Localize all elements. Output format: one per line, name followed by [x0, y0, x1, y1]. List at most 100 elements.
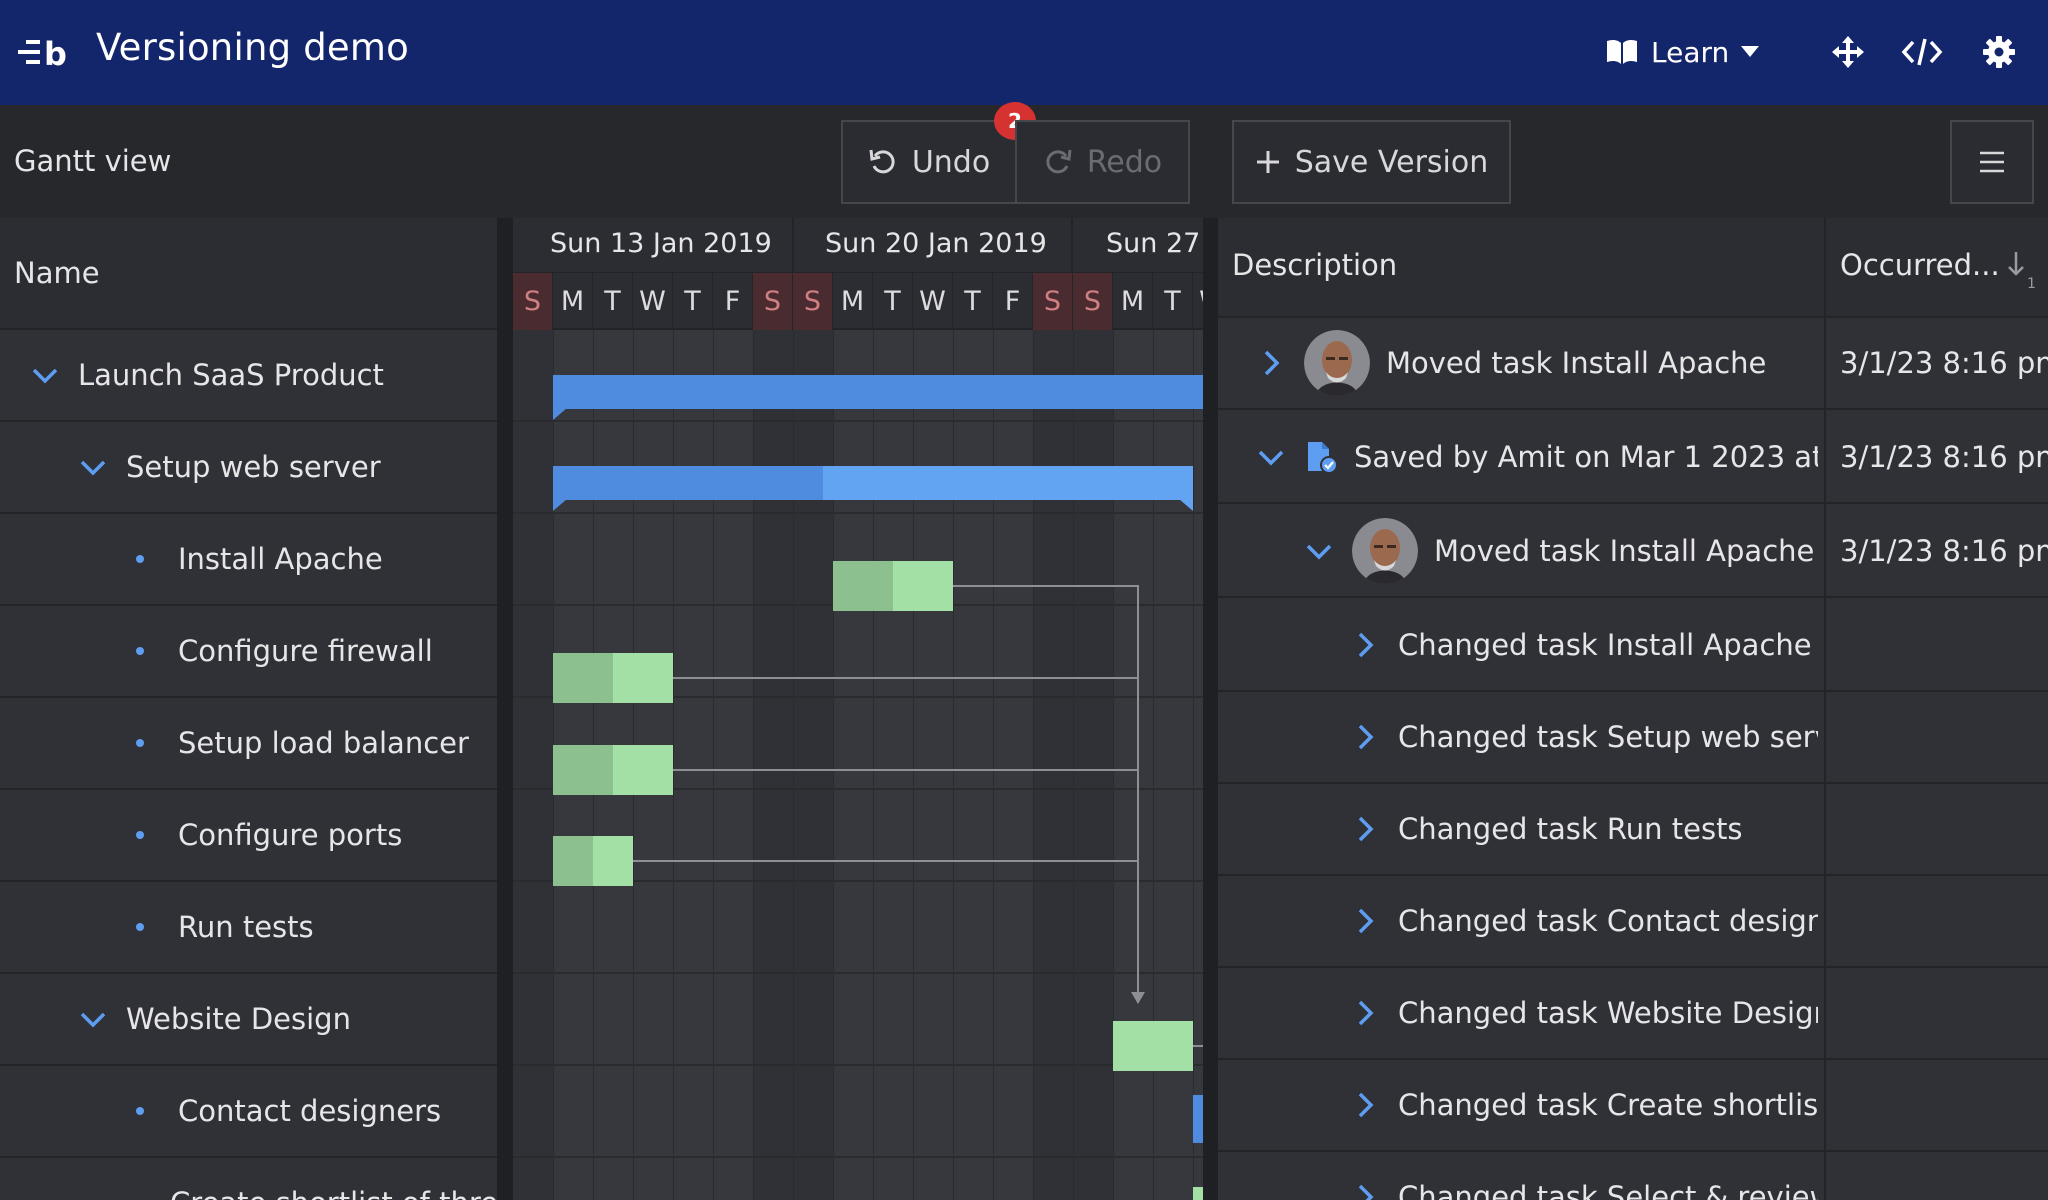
version-row[interactable]: Changed task Create shortlist of three [1218, 1060, 2048, 1152]
plus-icon [1256, 151, 1279, 173]
code-icon[interactable] [1900, 30, 1944, 74]
day-cell: T [873, 273, 913, 330]
parent-task-bar-website-design[interactable] [1193, 1095, 1203, 1143]
version-row[interactable]: Changed task Contact designers [1218, 876, 2048, 968]
redo-icon [1046, 149, 1072, 174]
caret-down-icon [1741, 46, 1760, 57]
task-row[interactable]: Run tests [0, 882, 497, 974]
task-row[interactable]: Configure firewall [0, 606, 497, 698]
day-cell: F [993, 273, 1033, 330]
version-row[interactable]: Moved task Install Apache 3/1/23 8:16 pm [1218, 506, 2048, 598]
gantt-timeline: Sun 13 Jan 2019 Sun 20 Jan 2019 Sun 27 S… [513, 218, 1203, 1200]
occurred-cell: 3/1/23 8:16 pm [1840, 440, 2048, 474]
app-header: b Versioning demo Learn [0, 0, 2048, 105]
leaf-bullet-icon [136, 739, 144, 747]
description-header[interactable]: Description [1232, 248, 1397, 282]
undo-icon [869, 149, 895, 174]
leaf-bullet-icon [136, 923, 144, 931]
task-bar-configure-firewall[interactable] [553, 653, 673, 703]
week-divider [792, 218, 794, 273]
task-name-grid: Name Launch SaaS Product Setup web server… [0, 218, 497, 1200]
book-icon [1607, 39, 1637, 64]
leaf-bullet-icon [136, 1107, 144, 1115]
version-description: Changed task Select & review final [1398, 1180, 1818, 1200]
chevron-down-icon[interactable] [30, 360, 60, 390]
chevron-right-icon[interactable] [1350, 1182, 1380, 1200]
task-row[interactable]: Install Apache [0, 514, 497, 606]
task-bar-install-apache[interactable] [833, 561, 953, 611]
task-bar-configure-ports[interactable] [553, 836, 633, 886]
version-row[interactable]: Changed task Setup web server [1218, 692, 2048, 784]
task-bar-setup-load-balancer[interactable] [553, 745, 673, 795]
occurred-cell: 3/1/23 8:16 pm [1840, 534, 2048, 568]
day-cell: S [793, 273, 833, 330]
splitter-left[interactable] [497, 218, 513, 1200]
occurred-header[interactable]: Occurred... [1840, 248, 2000, 282]
occurred-cell: 3/1/23 8:16 pm [1840, 346, 2048, 380]
chevron-right-icon[interactable] [1350, 998, 1380, 1028]
redo-label: Redo [1086, 144, 1163, 180]
day-cell: W [1193, 273, 1203, 330]
timeline-body[interactable] [513, 330, 1203, 1200]
task-name: Configure firewall [178, 634, 433, 668]
task-row[interactable]: Configure ports [0, 790, 497, 882]
leaf-bullet-icon [136, 555, 144, 563]
task-name: Install Apache [178, 542, 383, 576]
chevron-down-icon[interactable] [1256, 442, 1286, 472]
task-name: Configure ports [178, 818, 403, 852]
task-row[interactable]: Website Design [0, 974, 497, 1066]
version-row[interactable]: Moved task Install Apache 3/1/23 8:16 pm [1218, 318, 2048, 410]
chevron-right-icon[interactable] [1350, 906, 1380, 936]
chevron-down-icon[interactable] [78, 1004, 108, 1034]
version-row[interactable]: Changed task Select & review final [1218, 1152, 2048, 1200]
version-description: Changed task Install Apache [1398, 628, 1812, 662]
fullscreen-move-icon[interactable] [1826, 30, 1870, 74]
task-row[interactable]: Setup load balancer [0, 698, 497, 790]
menu-button[interactable] [1950, 120, 2034, 204]
task-name: Run tests [178, 910, 314, 944]
day-cell: W [633, 273, 673, 330]
version-history-grid: Description Occurred... 1 Moved task Ins… [1218, 218, 2048, 1200]
task-bar-contact-designers[interactable] [1193, 1187, 1203, 1200]
hamburger-icon [1980, 151, 2004, 173]
day-cell: T [593, 273, 633, 330]
chevron-right-icon[interactable] [1350, 814, 1380, 844]
task-row[interactable]: Setup web server [0, 422, 497, 514]
chevron-right-icon[interactable] [1350, 630, 1380, 660]
timeline-day-header: SMTWTFSSMTWTFSSMTW [513, 273, 1203, 330]
leaf-bullet-icon [136, 647, 144, 655]
user-avatar [1352, 518, 1418, 584]
chevron-down-icon[interactable] [78, 452, 108, 482]
task-row[interactable]: Contact designers [0, 1066, 497, 1158]
task-name: Setup web server [126, 450, 381, 484]
version-row[interactable]: Saved by Amit on Mar 1 2023 at 8:16 pm 3/… [1218, 412, 2048, 504]
day-cell: S [513, 273, 553, 330]
version-description: Changed task Setup web server [1398, 720, 1818, 754]
week-label: Sun 20 Jan 2019 [825, 228, 1047, 259]
chevron-right-icon[interactable] [1256, 348, 1286, 378]
version-description: Changed task Website Design [1398, 996, 1818, 1030]
chevron-right-icon[interactable] [1350, 1090, 1380, 1120]
learn-menu-button[interactable]: Learn [1605, 30, 1760, 74]
name-column-header[interactable]: Name [0, 218, 497, 330]
undo-button[interactable]: Undo [841, 120, 1017, 204]
task-name: Contact designers [178, 1094, 442, 1128]
chevron-down-icon[interactable] [1304, 536, 1334, 566]
version-description: Moved task Install Apache [1434, 534, 1815, 568]
task-row[interactable]: Create shortlist of three [0, 1158, 497, 1200]
splitter-right[interactable] [1203, 218, 1219, 1200]
learn-label: Learn [1651, 35, 1730, 69]
file-check-icon [1308, 442, 1338, 474]
save-version-button[interactable]: Save Version [1232, 120, 1511, 204]
day-cell: M [553, 273, 593, 330]
task-row[interactable]: Launch SaaS Product [0, 330, 497, 422]
day-cell: M [833, 273, 873, 330]
chevron-right-icon[interactable] [1350, 722, 1380, 752]
version-row[interactable]: Changed task Website Design [1218, 968, 2048, 1060]
task-bar-run-tests[interactable] [1113, 1021, 1193, 1071]
version-row[interactable]: Changed task Install Apache [1218, 600, 2048, 692]
name-header-label: Name [14, 256, 100, 290]
version-row[interactable]: Changed task Run tests [1218, 784, 2048, 876]
settings-gear-icon[interactable] [1977, 30, 2021, 74]
redo-button[interactable]: Redo [1015, 120, 1190, 204]
